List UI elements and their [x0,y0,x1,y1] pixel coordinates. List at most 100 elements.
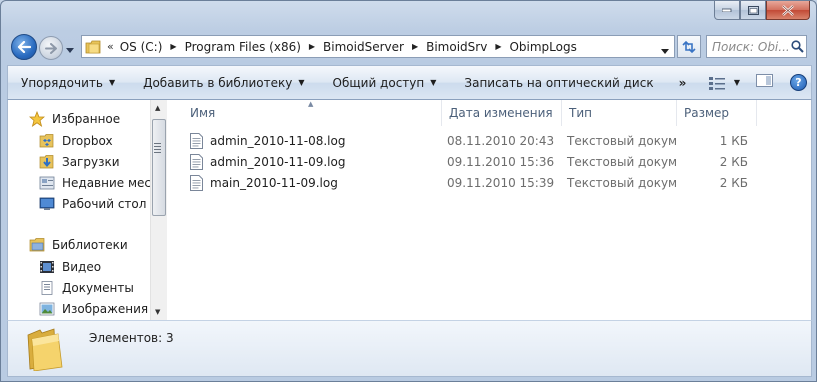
folder-icon [82,40,104,54]
column-header-label: Тип [569,106,592,120]
documents-library-icon [38,280,56,296]
organize-button[interactable]: Упорядочить ▼ [8,66,130,99]
column-header-name[interactable]: ▲ Имя [172,100,442,126]
file-name-cell: main_2010-11-09.log [172,174,442,191]
pictures-library-icon [38,301,56,317]
view-controls: ▼ ? [701,74,811,91]
caption-buttons [714,1,810,20]
video-library-icon [38,259,56,275]
nav-favorites[interactable]: Избранное [28,109,120,129]
scrollbar-grip [154,143,161,155]
breadcrumb-item[interactable]: BimoidSrv [426,40,487,54]
text-file-icon [190,153,206,170]
nav-item-label: Загрузки [62,155,120,169]
close-icon [782,4,794,16]
scroll-down-arrow[interactable]: ▼ [155,308,160,316]
add-to-library-label: Добавить в библиотеку [143,75,293,90]
nav-item-pictures[interactable]: Изображения [38,299,148,319]
file-name-cell: admin_2010-11-09.log [172,153,442,170]
nav-item-label: Документы [62,281,134,295]
nav-item-downloads[interactable]: Загрузки [38,152,120,172]
share-label: Общий доступ [332,75,425,90]
refresh-icon [682,40,696,53]
refresh-button[interactable] [677,35,701,58]
details-pane: Элементов: 3 [7,320,812,377]
chevron-right-icon[interactable]: ▶ [412,42,418,51]
address-history-dropdown[interactable] [661,44,670,58]
breadcrumb-item[interactable]: Program Files (x86) [185,40,301,54]
preview-pane-button[interactable] [756,74,776,91]
file-row[interactable]: main_2010-11-09.log 09.11.2010 15:39 Тек… [172,172,754,193]
file-date: 08.11.2010 20:43 [447,133,555,148]
sort-ascending-icon: ▲ [308,100,314,108]
scroll-up-arrow[interactable]: ▲ [155,104,160,112]
search-box[interactable]: Поиск: Obi... [706,35,807,58]
address-bar[interactable]: « OS (C:) ▶ Program Files (x86) ▶ Bimoid… [81,35,675,58]
nav-item-label: Недавние места [62,176,150,190]
file-type: Текстовый докум... [567,154,677,169]
breadcrumb-item[interactable]: BimoidServer [323,40,404,54]
nav-scrollbar[interactable]: ▲ ▼ [150,100,167,320]
nav-item-label: Рабочий стол [62,197,147,211]
chevron-down-icon [66,48,74,53]
search-input[interactable]: Поиск: Obi... [707,40,788,54]
nav-item-label: Изображения [62,302,149,316]
column-header-date[interactable]: Дата изменения [442,100,562,126]
file-date: 09.11.2010 15:39 [447,175,555,190]
folder-icon [26,327,68,374]
recent-pages-dropdown[interactable] [66,43,75,57]
search-icon[interactable] [788,40,806,53]
chevron-down-icon: ▼ [430,78,437,87]
column-header-size[interactable]: Размер [677,100,757,126]
nav-item-recent-places[interactable]: Недавние места [38,173,150,193]
burn-label: Записать на оптический диск [464,75,654,90]
file-type: Текстовый докум... [567,133,677,148]
file-list: ▲ Имя Дата изменения Тип Размер admin_20… [172,100,811,320]
file-row[interactable]: admin_2010-11-08.log 08.11.2010 20:43 Те… [172,130,754,151]
file-row[interactable]: admin_2010-11-09.log 09.11.2010 15:36 Те… [172,151,754,172]
share-button[interactable]: Общий доступ ▼ [320,66,452,99]
minimize-button[interactable] [714,1,740,20]
scrollbar-thumb[interactable] [152,119,166,216]
text-file-icon [190,174,206,191]
content-area: Избранное Dropbox Загрузки Недавние мест… [7,100,812,320]
organize-label: Упорядочить [21,75,103,90]
back-button[interactable] [11,34,37,60]
details-view-icon [708,76,725,90]
explorer-window: « OS (C:) ▶ Program Files (x86) ▶ Bimoid… [0,0,817,382]
file-date: 09.11.2010 15:36 [447,154,555,169]
minimize-icon [722,8,732,12]
chevron-right-icon[interactable]: ▶ [495,42,501,51]
maximize-button[interactable] [740,1,766,20]
file-name: admin_2010-11-08.log [210,133,346,148]
chevron-down-icon: ▼ [298,78,305,87]
more-commands-button[interactable]: » [669,76,697,90]
nav-item-documents[interactable]: Документы [38,278,134,298]
breadcrumb-item[interactable]: ObimpLogs [509,40,576,54]
column-header-type[interactable]: Тип [562,100,677,126]
libraries-icon [28,237,46,253]
breadcrumb-item[interactable]: OS (C:) [120,40,163,54]
nav-item-video[interactable]: Видео [38,257,101,277]
column-headers: ▲ Имя Дата изменения Тип Размер [172,100,811,126]
text-file-icon [190,132,206,149]
help-button[interactable]: ? [790,74,807,91]
forward-button[interactable] [39,36,63,60]
chevron-right-icon[interactable]: ▶ [170,42,176,51]
file-size: 2 КБ [719,175,748,190]
address-overflow[interactable]: « [107,40,114,53]
file-type: Текстовый докум... [567,175,677,190]
maximize-icon [747,5,759,15]
column-header-label: Имя [190,106,216,120]
nav-item-desktop[interactable]: Рабочий стол [38,194,146,214]
change-view-button[interactable]: ▼ [701,76,748,90]
nav-item-dropbox[interactable]: Dropbox [38,131,113,151]
close-button[interactable] [766,1,810,20]
dropbox-folder-icon [38,133,56,149]
burn-button[interactable]: Записать на оптический диск [451,66,668,99]
add-to-library-button[interactable]: Добавить в библиотеку ▼ [130,66,319,99]
preview-pane-icon [756,74,773,87]
star-icon [28,111,46,127]
nav-libraries[interactable]: Библиотеки [28,235,128,255]
chevron-right-icon[interactable]: ▶ [309,42,315,51]
